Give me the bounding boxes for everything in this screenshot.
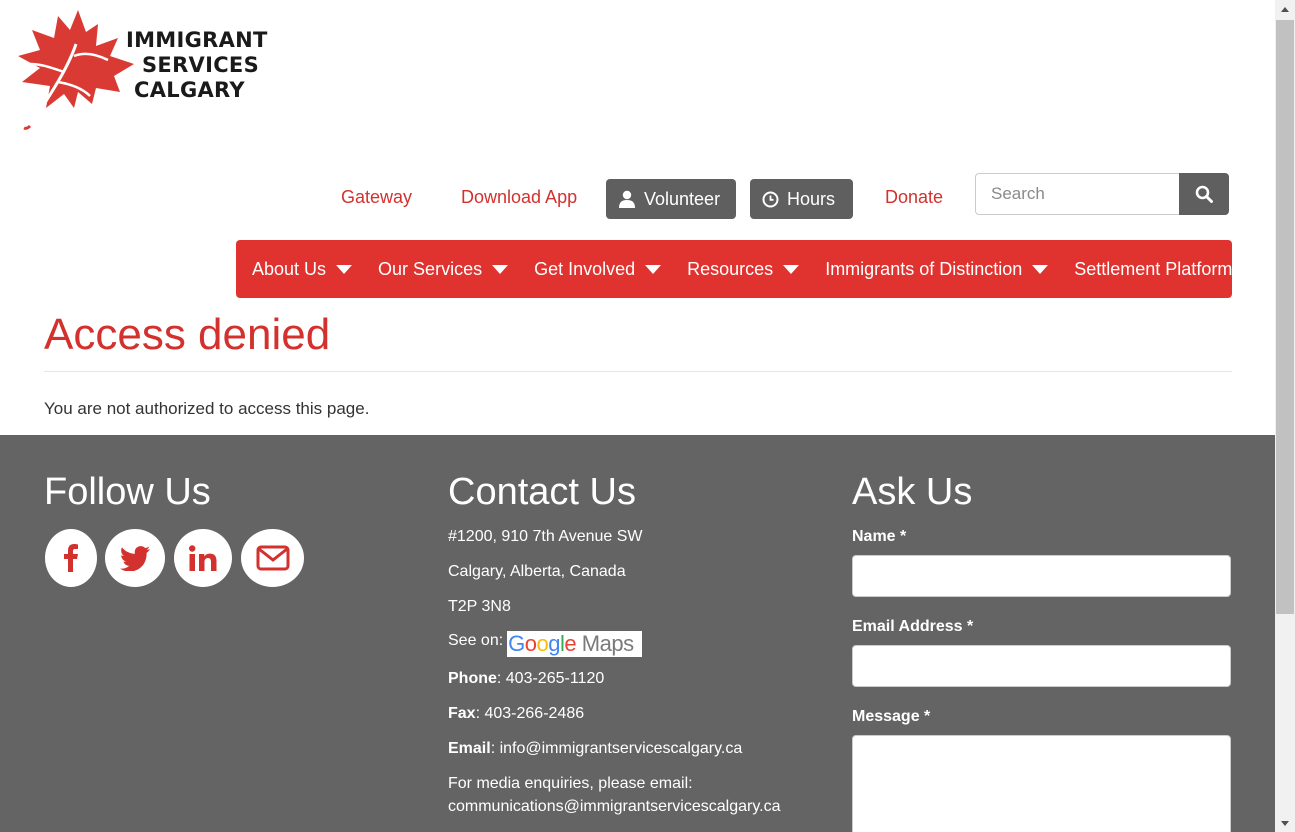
page-title: Access denied — [44, 310, 331, 359]
hours-label: Hours — [787, 188, 836, 209]
volunteer-label: Volunteer — [644, 188, 721, 209]
caret-down-icon — [645, 264, 662, 274]
address-line-1: #1200, 910 7th Avenue SW — [448, 528, 643, 545]
phone-number[interactable]: 403-265-1120 — [506, 670, 604, 687]
postal-code: T2P 3N8 — [448, 598, 511, 615]
title-divider — [44, 371, 1232, 372]
address-line-2: Calgary, Alberta, Canada — [448, 563, 626, 580]
phone-label: Phone — [448, 670, 497, 687]
email-line: Email: info@immigrantservicescalgary.ca — [448, 740, 743, 757]
email-label: Email — [448, 740, 491, 757]
nav-immigrants-of-distinction[interactable]: Immigrants of Distinction — [825, 258, 1049, 280]
nav-get-involved-label: Get Involved — [534, 258, 636, 279]
nav-our-services-label: Our Services — [378, 258, 483, 279]
search-icon — [1195, 185, 1213, 203]
fax-line: Fax: 403-266-2486 — [448, 705, 585, 722]
footer: Follow Us Contact Us #1200, 910 7th Aven… — [0, 435, 1275, 832]
caret-down-icon — [492, 264, 509, 274]
follow-us-heading: Follow Us — [44, 471, 211, 513]
nav-distinction-label: Immigrants of Distinction — [825, 258, 1023, 279]
contact-us-heading: Contact Us — [448, 471, 636, 513]
user-icon — [619, 190, 635, 208]
name-field[interactable] — [852, 555, 1231, 597]
see-on-maps: See on: Google Maps — [448, 631, 643, 657]
nav-get-involved[interactable]: Get Involved — [534, 258, 662, 280]
envelope-icon — [256, 545, 289, 571]
ask-us-heading: Ask Us — [852, 471, 973, 513]
email-link[interactable] — [241, 529, 304, 587]
email-address-link[interactable]: info@immigrantservicescalgary.ca — [500, 740, 743, 757]
logo-line-1: IMMIGRANT — [126, 28, 268, 52]
google-maps-logo-link[interactable]: Google Maps — [507, 631, 643, 657]
logo-line-3: CALGARY — [134, 78, 245, 102]
scrollbar-thumb[interactable] — [1276, 20, 1294, 614]
fax-label: Fax — [448, 705, 476, 722]
main-navigation: About Us Our Services Get Involved Resou… — [236, 240, 1232, 298]
access-denied-message: You are not authorized to access this pa… — [44, 399, 370, 418]
scroll-down-arrow-icon[interactable] — [1275, 814, 1295, 832]
nav-our-services[interactable]: Our Services — [378, 258, 509, 280]
logo-line-2: SERVICES — [142, 53, 259, 77]
scroll-up-arrow-icon[interactable] — [1275, 0, 1295, 18]
twitter-link[interactable] — [105, 529, 165, 587]
media-email-link[interactable]: communications@immigrantservicescalgary.… — [448, 798, 781, 816]
email-field[interactable] — [852, 645, 1231, 687]
fax-number: 403-266-2486 — [484, 705, 585, 722]
see-on-label: See on: — [448, 632, 504, 649]
message-textarea[interactable] — [852, 735, 1231, 832]
name-label: Name * — [852, 528, 907, 545]
nav-settlement-platform[interactable]: Settlement Platform — [1074, 259, 1232, 280]
logo-text: IMMIGRANT SERVICES CALGARY — [126, 28, 268, 103]
donate-link[interactable]: Donate — [885, 187, 943, 208]
linkedin-link[interactable] — [174, 529, 232, 587]
caret-down-icon — [336, 264, 353, 274]
search-input[interactable] — [975, 173, 1180, 215]
linkedin-icon — [189, 545, 217, 571]
nav-settlement-label: Settlement Platform — [1074, 258, 1233, 279]
twitter-icon — [120, 545, 150, 571]
clock-icon — [762, 191, 779, 207]
caret-down-icon — [783, 264, 800, 274]
facebook-icon — [64, 544, 78, 572]
download-app-link[interactable]: Download App — [461, 187, 577, 208]
search-form — [975, 173, 1229, 215]
phone-line: Phone: 403-265-1120 — [448, 670, 605, 687]
nav-resources[interactable]: Resources — [687, 258, 800, 280]
nav-about-us-label: About Us — [252, 258, 327, 279]
gateway-link[interactable]: Gateway — [341, 187, 412, 208]
site-logo[interactable]: IMMIGRANT SERVICES CALGARY — [16, 8, 276, 130]
message-label: Message * — [852, 708, 931, 725]
caret-down-icon — [1032, 264, 1049, 274]
nav-about-us[interactable]: About Us — [252, 258, 353, 280]
volunteer-button[interactable]: Volunteer — [606, 179, 736, 219]
hours-button[interactable]: Hours — [750, 179, 853, 219]
media-enquiries-text: For media enquiries, please email: — [448, 775, 693, 792]
nav-resources-label: Resources — [687, 258, 774, 279]
search-button[interactable] — [1179, 173, 1229, 215]
facebook-link[interactable] — [45, 529, 97, 587]
page-scrollbar[interactable] — [1275, 0, 1295, 832]
maple-leaf-icon — [18, 10, 134, 130]
email-address-label: Email Address * — [852, 618, 974, 635]
